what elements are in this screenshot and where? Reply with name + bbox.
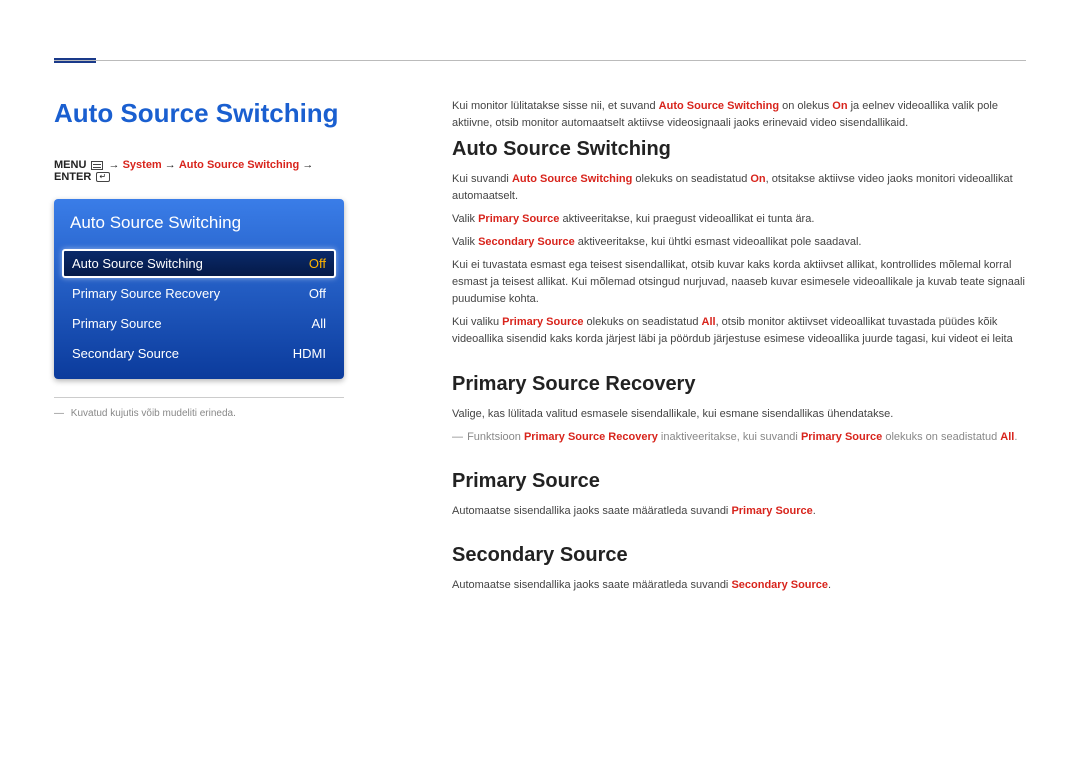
osd-menu-row-auto-source-switching[interactable]: Auto Source Switching Off [62,249,336,278]
note-row: ― Funktsioon Primary Source Recovery ina… [452,429,1026,446]
osd-row-label: Primary Source [72,316,162,331]
osd-row-label: Auto Source Switching [72,256,203,271]
enter-icon [96,172,110,182]
osd-menu-row-secondary-source[interactable]: Secondary Source HDMI [62,339,336,368]
paragraph: Valige, kas lülitada valitud esmasele si… [452,406,1026,423]
breadcrumb-arrow: → [302,159,313,171]
right-column: Kui monitor lülitatakse sisse nii, et su… [452,98,1026,600]
osd-menu-row-primary-source[interactable]: Primary Source All [62,309,336,338]
osd-row-value: All [312,316,326,331]
osd-menu-rows: Auto Source Switching Off Primary Source… [54,245,344,379]
menu-icon [91,161,103,170]
left-column: Auto Source Switching MENU → System → Au… [54,98,344,419]
paragraph: Kui valiku Primary Source olekuks on sea… [452,314,1026,348]
paragraph: Valik Secondary Source aktiveeritakse, k… [452,234,1026,251]
intro-paragraph: Kui monitor lülitatakse sisse nii, et su… [452,98,1026,132]
paragraph: Automaatse sisendallika jaoks saate määr… [452,503,1026,520]
heading-secondary-source: Secondary Source [452,544,1026,567]
paragraph: Automaatse sisendallika jaoks saate määr… [452,577,1026,594]
top-divider [54,60,1026,61]
osd-row-value: Off [309,286,326,301]
paragraph: Valik Primary Source aktiveeritakse, kui… [452,211,1026,228]
page-title: Auto Source Switching [54,98,344,129]
paragraph: Kui suvandi Auto Source Switching olekuk… [452,171,1026,205]
osd-row-label: Primary Source Recovery [72,286,220,301]
osd-menu-row-primary-source-recovery[interactable]: Primary Source Recovery Off [62,279,336,308]
breadcrumb-feature: Auto Source Switching [179,159,299,171]
heading-auto-source-switching: Auto Source Switching [452,138,1026,161]
breadcrumb-arrow: → [109,159,120,171]
breadcrumb-arrow: → [165,159,176,171]
osd-row-value: HDMI [293,346,326,361]
note-dash: ― [452,429,464,446]
osd-menu-header: Auto Source Switching [54,199,344,245]
heading-primary-source: Primary Source [452,470,1026,493]
breadcrumb-system: System [123,159,162,171]
paragraph: Kui ei tuvastata esmast ega teisest sise… [452,257,1026,308]
footnote-dash: ― [54,408,64,419]
footnote-text: Kuvatud kujutis võib mudeliti erineda. [71,408,236,419]
osd-row-label: Secondary Source [72,346,179,361]
osd-row-value: Off [309,256,326,271]
breadcrumb: MENU → System → Auto Source Switching → … [54,159,344,183]
heading-primary-source-recovery: Primary Source Recovery [452,373,1026,396]
osd-menu-panel: Auto Source Switching Auto Source Switch… [54,199,344,379]
breadcrumb-enter: ENTER [54,171,91,183]
footnote: ― Kuvatud kujutis võib mudeliti erineda. [54,408,344,419]
left-divider [54,397,344,398]
breadcrumb-menu: MENU [54,159,86,171]
